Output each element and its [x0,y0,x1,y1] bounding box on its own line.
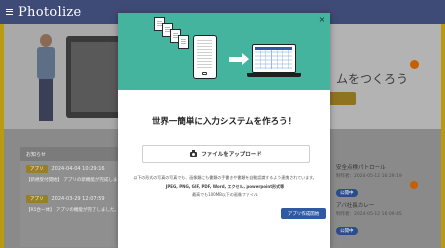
size-limit-note: 最高でも100MB以下の画像ファイル [192,192,258,197]
create-app-modal: × 世界一簡単に入力システムを作ろう！ ファイルをアップロード 以下の形式の写真… [118,13,330,248]
decorative-dot-icon [410,181,418,189]
modal-title: 世界一簡単に入力システムを作ろう！ [151,117,297,127]
person-illustration [36,34,56,122]
supported-formats: JPEG, PNG, GIF, PDF, Word, エクセル, powerpo… [165,184,285,189]
news-date: 2024-04-04 10:29:16 [51,166,105,172]
news-tag: アプリ [26,195,48,203]
app-status-badge: 公開中 [336,227,358,235]
list-item[interactable]: アプリ 2024-03-29 12:07:59 【R5合一体】 アプリの機能が完… [20,191,125,221]
news-date: 2024-03-29 12:07:59 [51,196,105,202]
close-icon[interactable]: × [318,16,326,24]
app-card-date: 制作者：2024-05-12 16:09:45 [336,212,402,217]
hero-title: ムをつくろう [336,72,409,86]
app-status-badge: 公開中 [336,189,358,197]
news-header: お知らせ [20,147,125,161]
app-card-title: アバ社長カレー [336,203,375,209]
upload-button-label: ファイルをアップロード [201,152,262,158]
app-card-date: 制作者：2024-05-12 16:29:19 [336,174,402,179]
list-item[interactable]: アプリ 2024-04-04 10:29:16 【新規受付開始】 アプリの新機能… [20,161,127,191]
news-text: 【新規受付開始】 アプリの新機能が完成しました [26,178,127,183]
decorative-dot-icon [410,60,419,69]
tablet-illustration [66,36,124,118]
document-icon [178,35,189,49]
app-list: 安全点検パトロール 制作者：2024-05-12 16:29:19 公開中 アバ… [336,163,436,239]
laptop-base [247,73,301,77]
file-upload-button[interactable]: ファイルをアップロード [142,145,310,163]
frame-border-right [441,24,445,248]
hamburger-menu-icon[interactable] [6,9,13,15]
app-card[interactable]: 安全点検パトロール 制作者：2024-05-12 16:29:19 公開中 [336,163,436,201]
news-panel: お知らせ アプリ 2024-04-04 10:29:16 【新規受付開始】 アプ… [20,147,127,247]
modal-illustration: × [118,13,330,90]
laptop-icon [252,44,296,73]
frame-border-left [0,24,4,248]
app-logo[interactable]: Photolize [18,5,82,20]
app-card-title: 安全点検パトロール [336,165,386,171]
camera-icon [190,150,198,157]
arrow-right-icon [229,53,249,65]
news-tag: アプリ [26,165,48,173]
create-app-button[interactable]: アプリ作成開始 [281,208,326,219]
news-text: 【R5合一体】 アプリの機能が完了しました。 [26,208,119,213]
smartphone-icon [193,35,217,79]
upload-note: 以下の形式の写真の写真でも、画像類にも書類の手書きや書類を自動認識するよう連携さ… [133,175,317,180]
app-card[interactable]: アバ社長カレー 制作者：2024-05-12 16:09:45 公開中 [336,201,436,239]
